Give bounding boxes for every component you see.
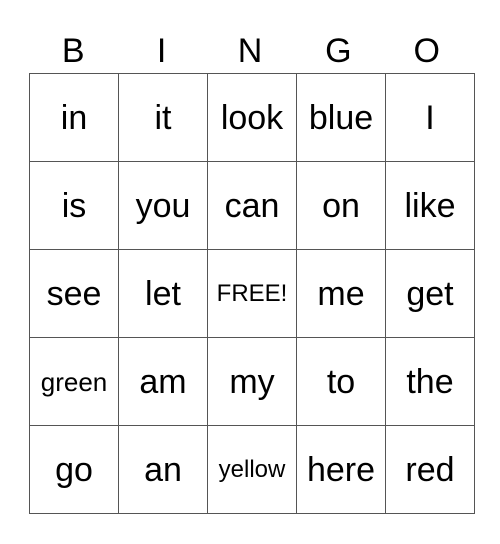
bingo-row: in it look blue I (29, 73, 475, 162)
bingo-cell: let (118, 249, 208, 338)
bingo-cell: can (207, 161, 297, 250)
bingo-cell: green (29, 337, 119, 426)
bingo-cell: to (296, 337, 386, 426)
bingo-row: is you can on like (29, 161, 475, 250)
bingo-cell: like (385, 161, 475, 250)
bingo-cell: go (29, 425, 119, 514)
bingo-cell: get (385, 249, 475, 338)
bingo-cell: the (385, 337, 475, 426)
bingo-row: green am my to the (29, 337, 475, 426)
bingo-cell: see (29, 249, 119, 338)
bingo-row: go an yellow here red (29, 425, 475, 514)
bingo-cell: you (118, 161, 208, 250)
bingo-cell: an (118, 425, 208, 514)
bingo-cell: on (296, 161, 386, 250)
header-letter-n: N (237, 32, 263, 70)
bingo-cell: red (385, 425, 475, 514)
bingo-cell: me (296, 249, 386, 338)
bingo-cell: is (29, 161, 119, 250)
bingo-cell: yellow (207, 425, 297, 514)
bingo-cell: look (207, 73, 297, 162)
header-letter-g: G (325, 32, 352, 70)
bingo-cell: blue (296, 73, 386, 162)
bingo-cell: my (207, 337, 297, 426)
header-letter-i: I (156, 32, 167, 70)
bingo-cell: in (29, 73, 119, 162)
bingo-card: in it look blue I is you can on like see… (29, 73, 475, 514)
bingo-cell: I (385, 73, 475, 162)
bingo-row: see let FREE! me get (29, 249, 475, 338)
free-space-cell: FREE! (207, 249, 297, 338)
header-letter-o: O (413, 32, 440, 70)
bingo-cell: it (118, 73, 208, 162)
bingo-cell: here (296, 425, 386, 514)
bingo-cell: am (118, 337, 208, 426)
bingo-header: B I N G O (29, 30, 471, 73)
header-letter-b: B (61, 32, 85, 70)
